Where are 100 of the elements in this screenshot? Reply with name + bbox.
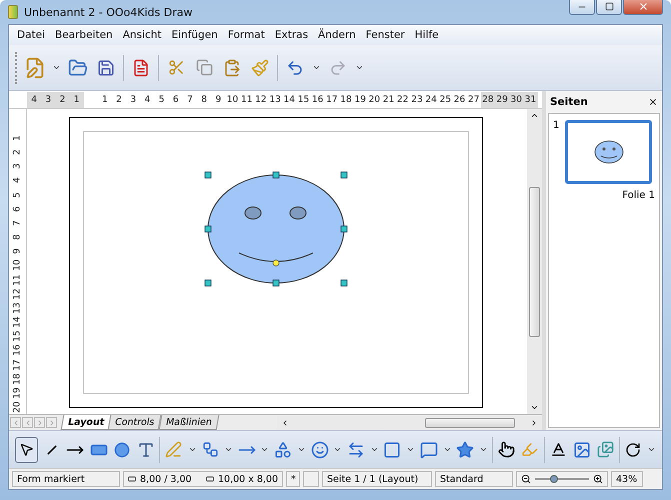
ruler-number: 20 (11, 400, 24, 415)
ruler-number: 8 (11, 233, 24, 242)
menu-item[interactable]: Bearbeiten (50, 29, 118, 41)
ruler-number: 8 (200, 94, 208, 106)
ruler-number: 23 (410, 94, 424, 106)
edit-document-icon[interactable] (24, 56, 46, 78)
caret-icon[interactable] (52, 63, 61, 72)
caret-icon[interactable] (442, 445, 452, 454)
ruler-number: 1 (11, 134, 24, 143)
ruler-number: 13 (268, 94, 282, 106)
status-mode: Form markiert (17, 474, 85, 484)
caret-icon[interactable] (355, 63, 364, 72)
menu-item[interactable]: Ansicht (118, 29, 166, 41)
zoom-slider-thumb[interactable] (550, 475, 558, 483)
zoom-percent: 43% (616, 474, 638, 484)
menu-item[interactable]: Format (222, 29, 270, 41)
zoom-in-icon[interactable] (593, 474, 603, 484)
size-icon (206, 474, 214, 484)
menu-item[interactable]: Einfügen (166, 29, 223, 41)
sheet-tab[interactable]: Controls (108, 415, 162, 430)
ruler-number: 3 (129, 94, 138, 106)
select-pointer-icon[interactable] (15, 436, 38, 462)
ruler-number: 9 (214, 94, 222, 106)
caret-icon[interactable] (224, 445, 233, 454)
caret-icon[interactable] (406, 445, 416, 454)
sheet-tab[interactable]: Maßlinien (158, 415, 219, 430)
ruler-number: 11 (11, 272, 24, 288)
maximize-button[interactable] (596, 0, 622, 15)
ruler-number: 24 (424, 94, 438, 106)
menu-item[interactable]: Hilfe (410, 29, 444, 41)
ruler-number: 21 (382, 94, 396, 106)
ruler-number: 13 (11, 301, 24, 316)
ruler-number: 6 (172, 94, 180, 106)
scroll-right-icon[interactable] (530, 418, 538, 426)
ruler-number: 18 (11, 372, 24, 386)
caret-icon[interactable] (333, 445, 342, 454)
status-field (303, 471, 319, 487)
slide-number: 1 (553, 120, 560, 133)
menu-item[interactable]: Ändern (313, 29, 361, 41)
ruler-number: 7 (11, 219, 24, 228)
ruler-number: 2 (55, 92, 70, 108)
ruler-number: 27 (466, 94, 480, 106)
close-button[interactable] (623, 0, 663, 15)
sheet-tab[interactable]: Layout (60, 415, 112, 430)
status-page: Seite 1 / 1 (Layout) (327, 474, 418, 484)
scroll-up-icon[interactable] (530, 111, 539, 120)
ruler-number: 28 (480, 92, 495, 108)
ruler-number: 4 (11, 176, 24, 186)
close-icon[interactable] (648, 97, 658, 107)
menu-item[interactable]: Fenster (360, 29, 410, 41)
ruler-number: 5 (11, 190, 24, 200)
maximize-icon (604, 2, 614, 11)
ruler-number: 25 (438, 94, 452, 106)
ruler-number: 14 (11, 315, 24, 330)
ruler-number: 18 (339, 94, 353, 106)
ruler-number: 15 (296, 94, 310, 106)
gallery-icon[interactable] (595, 438, 615, 460)
status-size: 10,00 x 8,00 (218, 474, 278, 484)
caret-icon[interactable] (296, 445, 306, 454)
ruler-number: 3 (11, 162, 24, 172)
slide-thumbnail[interactable] (565, 120, 652, 184)
ruler-number: 22 (396, 94, 410, 106)
caret-icon[interactable] (188, 445, 197, 454)
window-title: Unbenannt 2 - OOo4Kids Draw (24, 6, 194, 18)
ruler-number: 16 (310, 94, 324, 106)
caret-icon[interactable] (647, 445, 656, 454)
ruler-number: 15 (11, 330, 24, 344)
ruler-number: 29 (495, 92, 510, 108)
ruler-number: 1 (100, 94, 109, 106)
ruler-number: 20 (368, 94, 382, 106)
caret-icon[interactable] (260, 445, 270, 454)
ruler-number: 10 (226, 94, 240, 106)
caret-icon[interactable] (370, 445, 379, 454)
scroll-down-icon[interactable] (530, 403, 539, 412)
ruler-number: 2 (11, 148, 24, 158)
position-icon (128, 474, 136, 484)
ruler-number: 10 (11, 258, 24, 274)
ruler-number: 14 (282, 94, 296, 106)
ruler-number: 3 (41, 92, 56, 108)
vertical-scrollbar[interactable] (527, 109, 542, 414)
menu-item[interactable]: Extras (270, 29, 314, 41)
close-icon (638, 1, 648, 12)
open-folder-icon[interactable] (67, 56, 89, 78)
zoom-out-icon[interactable] (521, 474, 531, 484)
ruler-number: 30 (509, 92, 524, 108)
ruler-number: 17 (325, 94, 339, 106)
ruler-number: 19 (353, 94, 367, 106)
ruler-number: 12 (11, 287, 24, 302)
ruler-number: 6 (11, 205, 24, 214)
menu-item[interactable]: Datei (12, 29, 50, 41)
ruler-number: 1 (70, 92, 84, 108)
ruler-number: 12 (254, 94, 268, 106)
status-layout: Standard (440, 474, 484, 484)
minimize-button[interactable] (569, 0, 595, 15)
points-icon[interactable] (496, 438, 516, 460)
caret-icon[interactable] (312, 63, 321, 72)
ruler-number: 11 (240, 94, 254, 106)
ruler-number: 19 (11, 386, 24, 401)
caret-icon[interactable] (478, 445, 488, 454)
ruler-number: 7 (186, 94, 194, 106)
